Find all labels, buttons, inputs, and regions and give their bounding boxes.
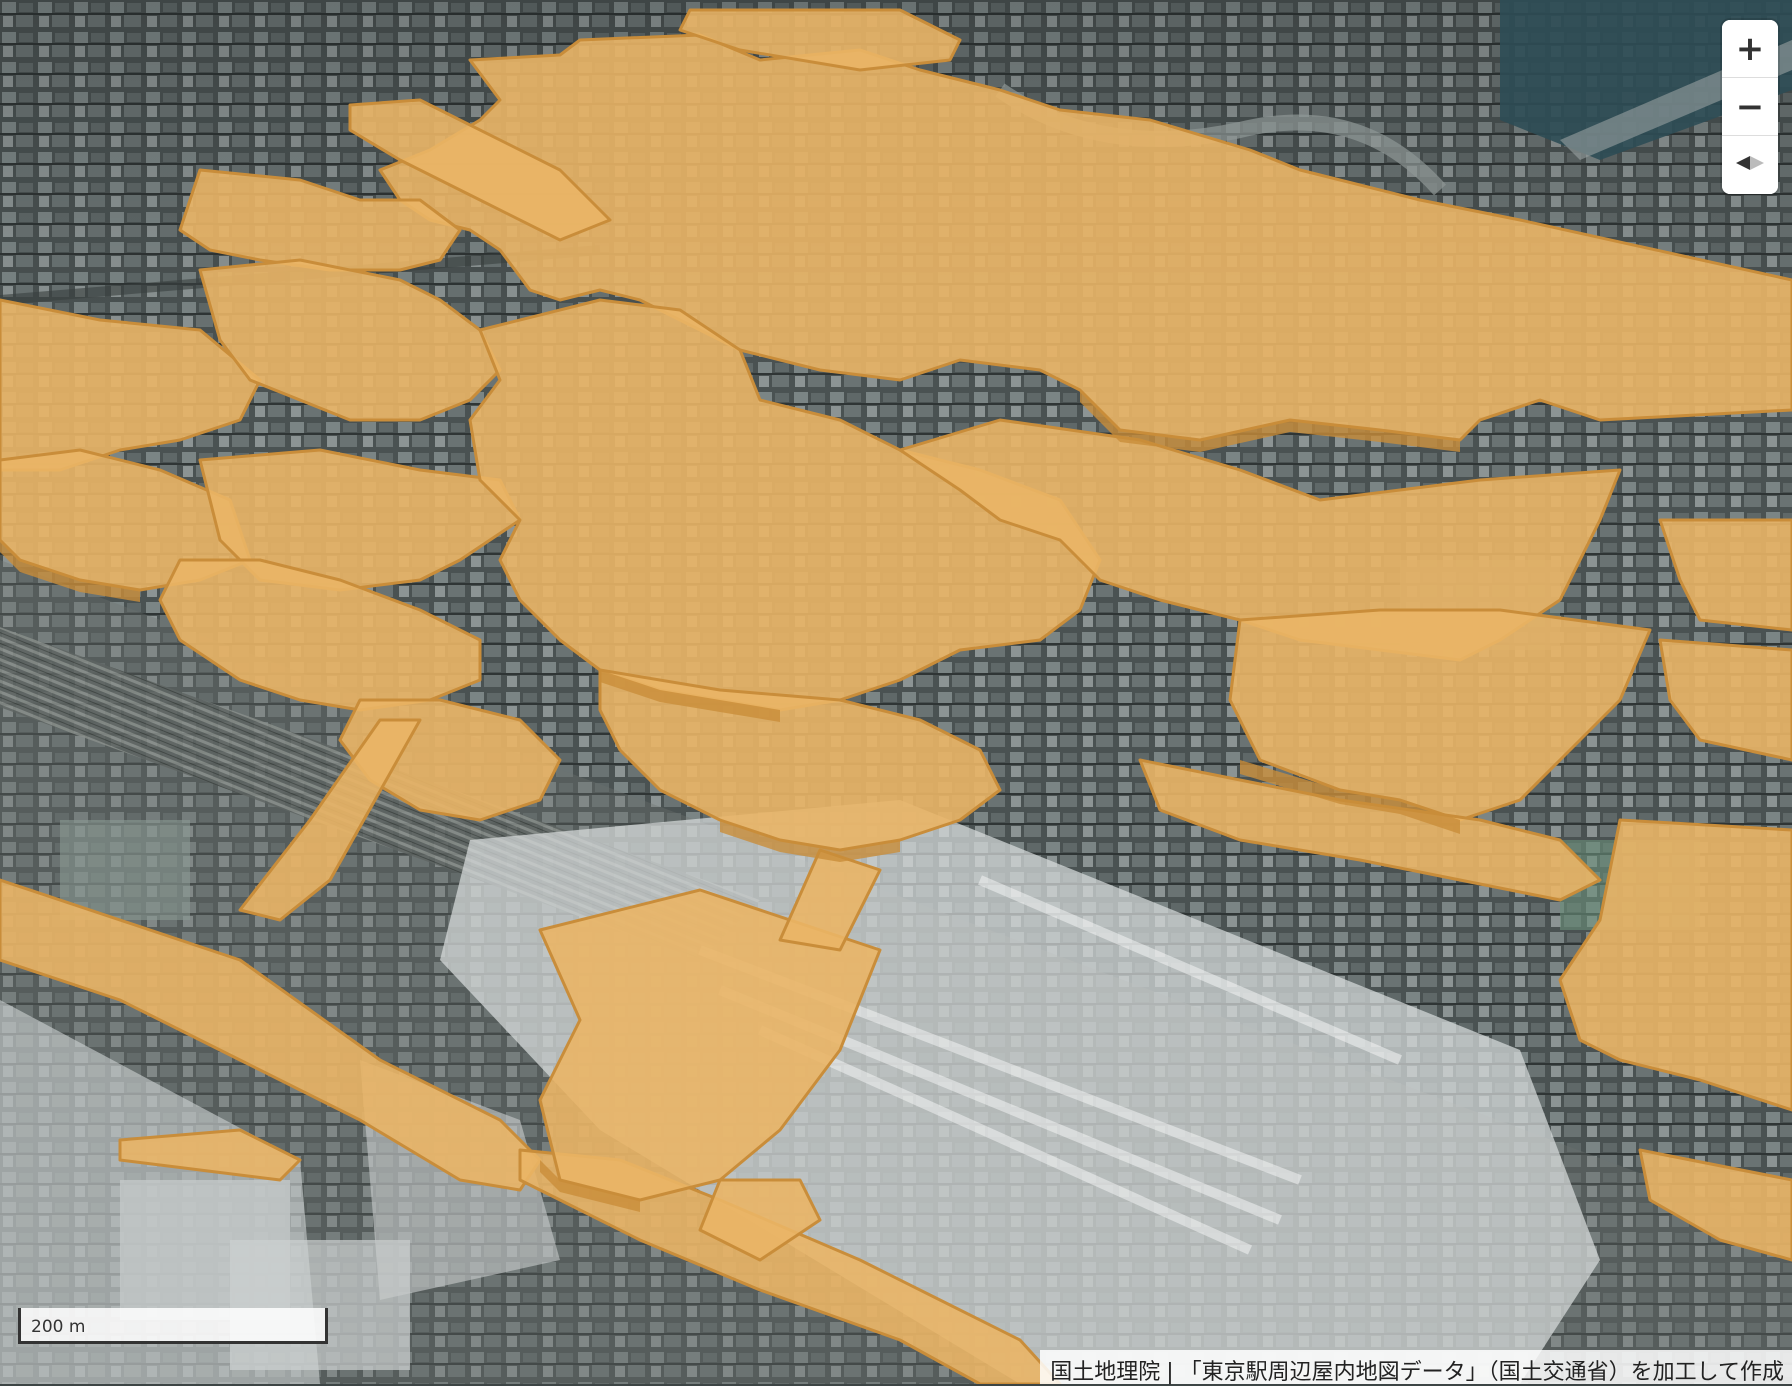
compass-button[interactable] — [1722, 136, 1778, 194]
zoom-out-button[interactable]: − — [1722, 78, 1778, 136]
attribution-separator: | — [1166, 1360, 1174, 1385]
map-canvas[interactable] — [0, 0, 1792, 1384]
compass-icon — [1733, 152, 1767, 178]
zoom-in-button[interactable]: + — [1722, 20, 1778, 78]
scale-label: 200 m — [31, 1317, 86, 1337]
attribution: 国土地理院 | 「東京駅周辺屋内地図データ」（国土交通省）を加工して作成 — [1040, 1350, 1792, 1385]
navigation-control: + − — [1722, 20, 1778, 194]
attribution-gsi-link[interactable]: 国土地理院 — [1050, 1360, 1160, 1385]
zoom-in-label: + — [1735, 28, 1765, 69]
attribution-text: 「東京駅周辺屋内地図データ」（国土交通省）を加工して作成 — [1179, 1360, 1784, 1385]
zoom-out-label: − — [1735, 86, 1765, 127]
scale-bar: 200 m — [18, 1308, 328, 1344]
